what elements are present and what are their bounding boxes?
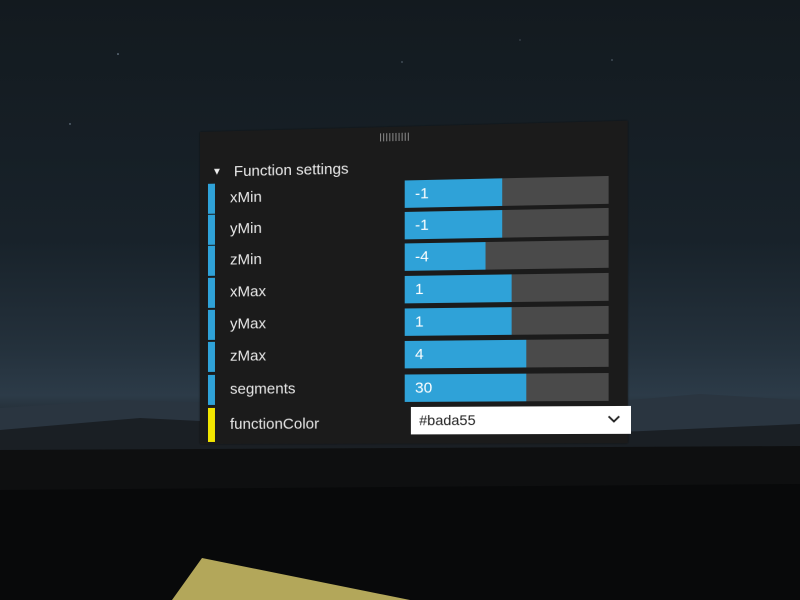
slider-value: -4 — [415, 248, 429, 266]
row-stripe — [207, 277, 215, 308]
row-stripe — [207, 245, 215, 276]
section-header[interactable]: ▼ Function settings — [212, 158, 349, 181]
slider-value: 1 — [415, 280, 424, 299]
slider-row-xmax: xMax 1 — [207, 272, 626, 308]
triangle-down-icon[interactable]: ▼ — [212, 166, 222, 177]
slider-value: 1 — [415, 313, 424, 331]
slider-label: yMax — [229, 315, 267, 333]
color-row: functionColor #bada55 — [207, 405, 631, 442]
xmin-slider[interactable]: -1 — [404, 175, 609, 208]
slider-value: 4 — [415, 345, 424, 364]
slider-label: segments — [229, 380, 296, 398]
ymax-slider[interactable]: 1 — [404, 305, 609, 336]
row-stripe — [207, 183, 215, 214]
slider-row-zmin: zMin -4 — [207, 239, 626, 276]
slider-value: -1 — [415, 216, 429, 235]
slider-row-segments: segments 30 — [207, 372, 626, 405]
color-label: functionColor — [229, 415, 320, 433]
section-title: Function settings — [233, 159, 349, 180]
floor-object — [172, 558, 410, 600]
xmax-slider[interactable]: 1 — [404, 272, 609, 304]
zmax-slider[interactable]: 4 — [404, 338, 609, 369]
drag-handle-icon[interactable] — [380, 132, 411, 142]
slider-label: yMin — [229, 219, 262, 238]
settings-panel: ▼ Function settings xMin -1 yMin -1 zMin… — [200, 120, 631, 445]
zmin-slider[interactable]: -4 — [404, 239, 609, 271]
slider-label: zMax — [229, 347, 267, 365]
row-stripe — [207, 309, 215, 340]
row-stripe — [207, 374, 215, 405]
slider-label: xMax — [229, 283, 267, 301]
row-stripe — [207, 214, 215, 245]
select-value: #bada55 — [419, 411, 476, 429]
row-stripe — [207, 341, 215, 372]
color-swatch-stripe — [207, 407, 215, 442]
slider-value: -1 — [415, 185, 429, 203]
function-color-select[interactable]: #bada55 — [410, 405, 631, 435]
slider-row-zmax: zMax 4 — [207, 338, 626, 372]
ymin-slider[interactable]: -1 — [404, 207, 609, 240]
slider-row-ymax: yMax 1 — [207, 305, 626, 340]
slider-label: zMin — [229, 250, 262, 269]
chevron-down-icon[interactable] — [608, 415, 621, 423]
slider-value: 30 — [415, 379, 433, 397]
slider-label: xMin — [229, 188, 262, 207]
segments-slider[interactable]: 30 — [404, 373, 609, 402]
